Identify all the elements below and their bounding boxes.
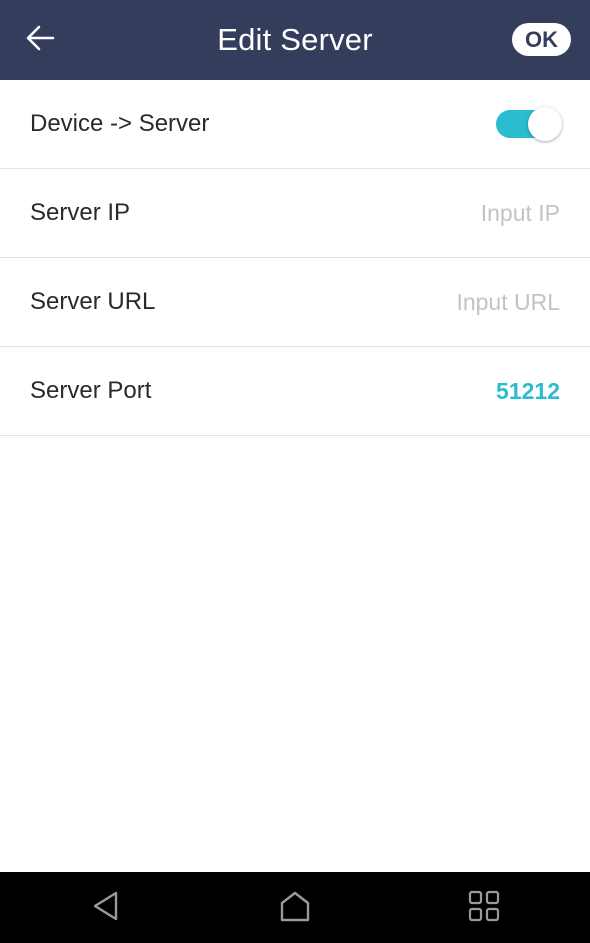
nav-home-button[interactable] [273,886,317,930]
row-server-port[interactable]: Server Port 51212 [0,347,590,436]
home-icon [277,888,313,929]
settings-list: Device -> Server Server IP Server URL Se… [0,80,590,436]
back-button[interactable] [18,20,62,60]
row-server-url: Server URL [0,258,590,347]
row-label: Device -> Server [30,110,210,137]
row-label: Server Port [30,377,152,404]
ok-button[interactable]: OK [512,23,571,56]
server-port-value[interactable]: 51212 [496,378,560,405]
row-server-ip: Server IP [0,169,590,258]
app-header: Edit Server OK [0,0,590,80]
row-label: Server IP [30,199,131,226]
device-server-toggle[interactable] [496,107,562,141]
edit-server-screen: Edit Server OK Device -> Server Server I… [0,0,590,943]
back-triangle-icon [89,889,123,928]
row-device-server: Device -> Server [0,80,590,169]
nav-back-button[interactable] [84,886,128,930]
row-label: Server URL [30,288,156,315]
page-title: Edit Server [217,22,373,57]
system-navigation-bar [0,872,590,943]
toggle-knob [528,107,562,141]
arrow-left-icon [25,25,55,56]
server-ip-input[interactable] [340,199,560,227]
server-url-input[interactable] [340,288,560,316]
nav-recents-button[interactable] [462,886,506,930]
recents-grid-icon [467,889,501,928]
